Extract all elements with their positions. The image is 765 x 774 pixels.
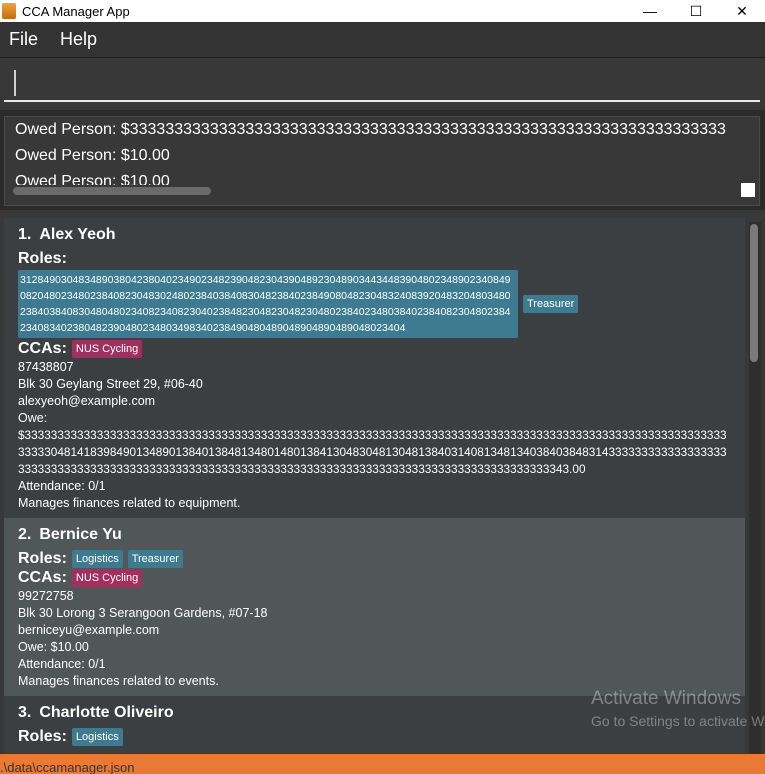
window-controls: — ☐ ✕ xyxy=(627,0,765,22)
window-title: CCA Manager App xyxy=(22,3,130,19)
address-text: Blk 30 Geylang Street 29, #06-40 xyxy=(18,377,203,391)
phone-text: 99272758 xyxy=(18,589,74,603)
title-bar: CCA Manager App — ☐ ✕ xyxy=(0,0,765,22)
watermark-title: Activate Windows xyxy=(591,688,741,709)
person-index: 1. xyxy=(18,226,32,243)
roles-row: Roles: Logistics Treasurer xyxy=(18,550,731,568)
app-icon xyxy=(2,3,16,19)
owe-text: Owe: $10.00 xyxy=(18,640,89,654)
person-name-text: Bernice Yu xyxy=(39,526,122,543)
owe-text: $333333333333333333333333333333333333333… xyxy=(18,428,727,476)
roles-label: Roles: xyxy=(18,550,67,567)
ccas-row: CCAs: NUS Cycling xyxy=(18,340,731,358)
command-box-area xyxy=(0,58,765,110)
status-bar: .\data\ccamanager.json xyxy=(0,754,765,774)
ccas-label: CCAs: xyxy=(18,340,67,357)
menu-file[interactable]: File xyxy=(1,29,46,50)
command-input[interactable] xyxy=(4,66,760,102)
result-line: Owed Person: $10.00 xyxy=(15,173,170,185)
menu-bar: File Help xyxy=(0,22,765,58)
roles-label: Roles: xyxy=(18,728,67,745)
menu-help[interactable]: Help xyxy=(52,29,105,50)
result-line: Owed Person: $10.00 xyxy=(15,147,170,164)
owe-label: Owe: xyxy=(18,411,48,425)
role-tag: Logistics xyxy=(71,728,123,746)
activate-windows-watermark: Activate Windows Go to Settings to activ… xyxy=(591,688,765,732)
ccas-label: CCAs: xyxy=(18,569,67,586)
person-index: 3. xyxy=(18,704,32,721)
save-path-text: .\data\ccamanager.json xyxy=(0,760,135,774)
roles-tags: 3128490304834890380423804023490234823904… xyxy=(18,270,731,338)
person-index: 2. xyxy=(18,526,32,543)
person-card[interactable]: 2. Bernice Yu Roles: Logistics Treasurer… xyxy=(4,518,745,696)
scroll-corner xyxy=(741,183,755,197)
cca-tag: NUS Cycling xyxy=(71,569,143,587)
role-tag: Logistics xyxy=(71,550,123,568)
email-text: berniceyu@example.com xyxy=(18,623,160,637)
person-name-text: Alex Yeoh xyxy=(39,226,116,243)
remark-text: Manages finances related to equipment. xyxy=(18,496,241,510)
person-card[interactable]: 1. Alex Yeoh Roles: 31284903048348903804… xyxy=(4,218,745,518)
result-display-area: Owed Person: $33333333333333333333333333… xyxy=(0,110,765,210)
vertical-scrollbar-thumb[interactable] xyxy=(750,224,758,362)
cca-tag: NUS Cycling xyxy=(71,340,143,358)
roles-label: Roles: xyxy=(18,250,67,267)
horizontal-scrollbar[interactable] xyxy=(13,187,211,195)
person-name: 2. Bernice Yu xyxy=(18,526,731,544)
person-name: 1. Alex Yeoh xyxy=(18,226,731,244)
attendance-text: Attendance: 0/1 xyxy=(18,657,106,671)
maximize-button[interactable]: ☐ xyxy=(673,0,719,22)
email-text: alexyeoh@example.com xyxy=(18,394,156,408)
role-tag: Treasurer xyxy=(127,550,183,568)
ccas-row: CCAs: NUS Cycling xyxy=(18,569,731,587)
result-display[interactable]: Owed Person: $33333333333333333333333333… xyxy=(4,116,760,206)
address-text: Blk 30 Lorong 3 Serangoon Gardens, #07-1… xyxy=(18,606,268,620)
watermark-subtitle: Go to Settings to activate W xyxy=(591,713,765,729)
role-tag: Treasurer xyxy=(523,295,579,313)
person-name-text: Charlotte Oliveiro xyxy=(39,704,174,721)
close-button[interactable]: ✕ xyxy=(719,0,765,22)
attendance-text: Attendance: 0/1 xyxy=(18,479,106,493)
result-line: Owed Person: $33333333333333333333333333… xyxy=(15,121,726,138)
minimize-button[interactable]: — xyxy=(627,0,673,22)
phone-text: 87438807 xyxy=(18,360,74,374)
role-tag: 3128490304834890380423804023490234823904… xyxy=(18,270,518,338)
text-caret xyxy=(14,70,16,96)
person-list[interactable]: 1. Alex Yeoh Roles: 31284903048348903804… xyxy=(0,210,765,754)
